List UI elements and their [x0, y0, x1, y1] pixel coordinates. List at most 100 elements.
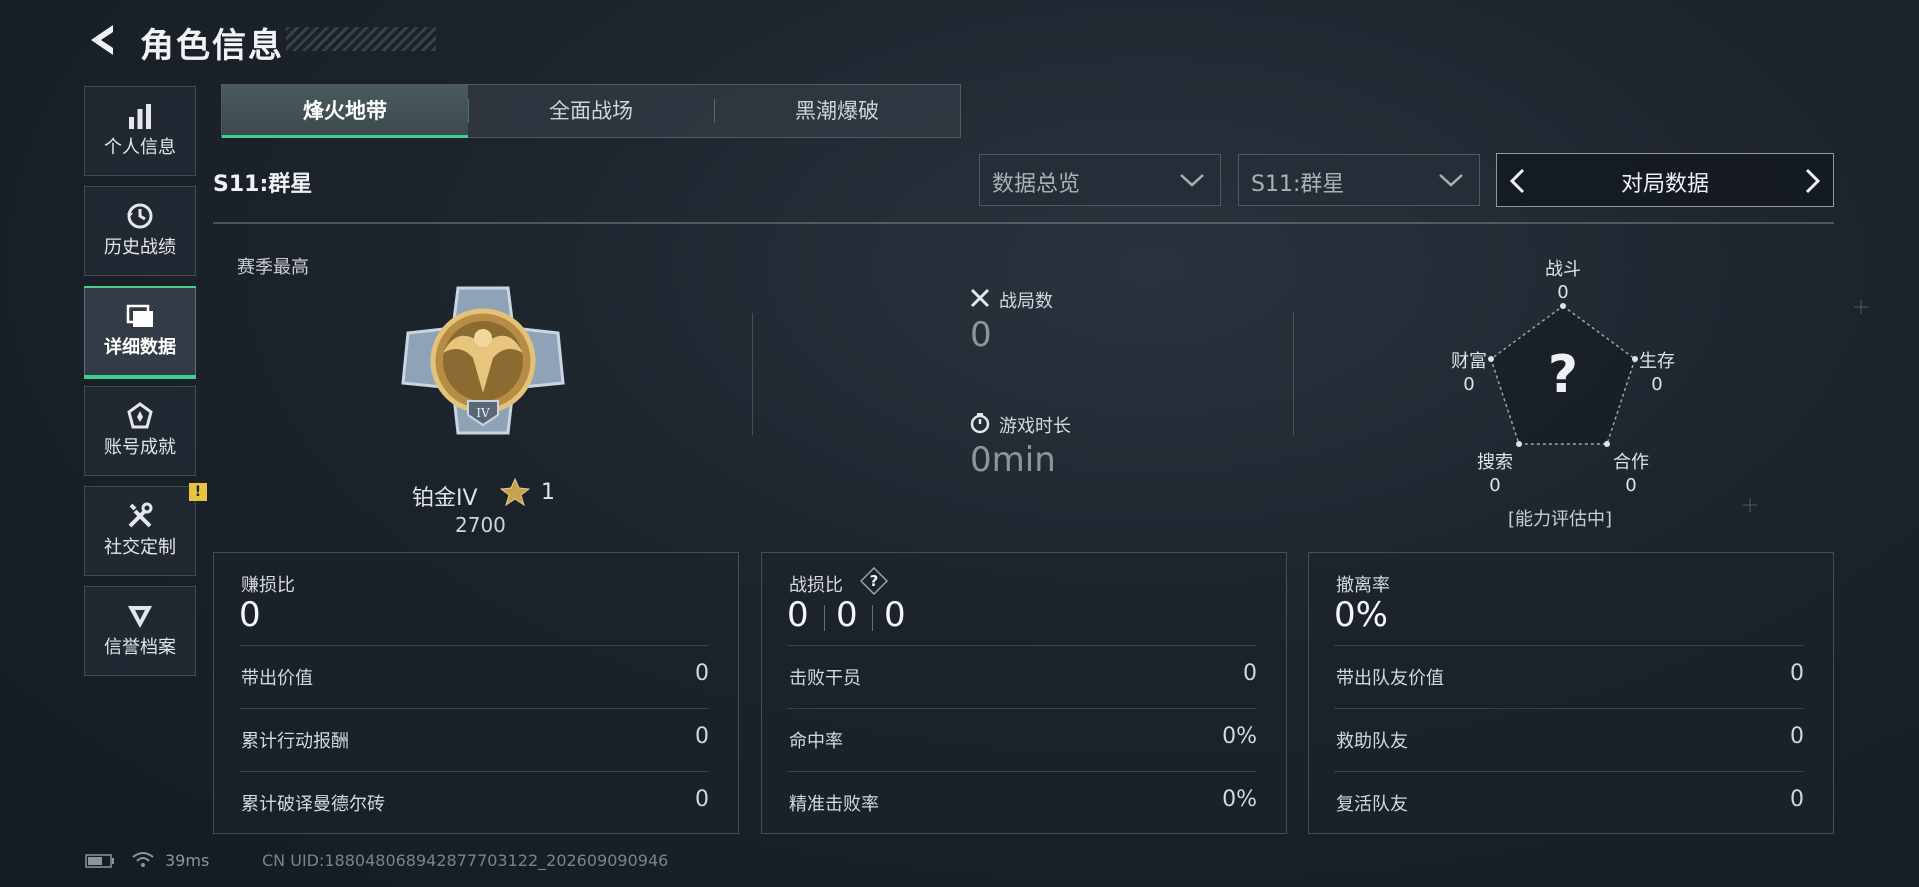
season-dropdown[interactable]: S11:群星 — [1238, 154, 1480, 206]
sidebar-item-social-custom[interactable]: 社交定制 ! — [84, 483, 207, 576]
user-uid: CN UID:18804806894287770312​2_2026090909… — [262, 851, 669, 870]
stat-value: 0 — [695, 724, 709, 749]
tab-black-tide[interactable]: 黑潮爆破 — [714, 85, 960, 137]
rank-score: 2700 — [455, 513, 506, 537]
stat-row: 累计行动报酬 0 — [239, 708, 709, 771]
sidebar-item-reputation[interactable]: 信誉档案 — [84, 586, 196, 676]
crossed-swords-icon — [970, 288, 990, 308]
divider — [1293, 313, 1294, 435]
radar-value-wealth: 0 — [1463, 374, 1475, 395]
sidebar-item-history[interactable]: 历史战绩 — [84, 186, 196, 276]
stat-label: 命中率 — [789, 731, 843, 752]
wifi-icon — [132, 852, 154, 867]
tools-icon — [128, 502, 153, 528]
radar-label-survival: 生存 — [1639, 351, 1675, 372]
panel-title: 撤离率 — [1336, 575, 1390, 596]
tab-full-battlefield[interactable]: 全面战场 — [468, 85, 714, 137]
stat-label: 精准击败率 — [789, 794, 879, 815]
panel-title: 战损比 — [789, 575, 843, 596]
season-best-label: 赛季最高 — [237, 257, 309, 278]
stat-row: 击败干员 0 — [787, 645, 1257, 708]
svg-text:IV: IV — [476, 406, 490, 420]
stat-label: 带出队友价值 — [1336, 668, 1444, 689]
stat-row: 复活队友 0 — [1334, 771, 1804, 834]
sidebar-item-label: 社交定制 — [104, 537, 176, 558]
kd-value-1: 0 — [787, 595, 809, 635]
kd-value-2: 0 — [836, 595, 858, 635]
chevron-right-icon[interactable] — [1801, 167, 1823, 195]
crosshair-decoration-icon — [1854, 300, 1868, 314]
panel-title: 赚损比 — [241, 575, 295, 596]
divider — [824, 605, 825, 631]
back-arrow-icon[interactable] — [85, 22, 119, 58]
stat-label: 带出价值 — [241, 668, 313, 689]
radar-value-survival: 0 — [1651, 374, 1663, 395]
sidebar-item-label: 信誉档案 — [104, 637, 176, 658]
radar-label-teamwork: 合作 — [1613, 452, 1649, 473]
stat-label: 累计破译曼德尔砖 — [241, 794, 385, 815]
matches-label: 战局数 — [999, 291, 1053, 312]
stat-row: 命中率 0% — [787, 708, 1257, 771]
stat-value: 0% — [1222, 724, 1257, 749]
stat-label: 击败干员 — [789, 668, 861, 689]
chevron-down-icon — [1180, 174, 1204, 187]
stat-value: 0 — [1790, 724, 1804, 749]
mode-tabs: 烽火地带 全面战场 黑潮爆破 — [221, 84, 961, 138]
active-indicator-bottom — [84, 375, 196, 379]
radar-unknown-mark: ? — [1547, 345, 1579, 405]
divider — [752, 313, 753, 435]
star-icon — [500, 478, 530, 506]
radar-status: [能力评估中] — [1508, 509, 1613, 530]
playtime-value: 0min — [970, 440, 1056, 480]
radar-label-wealth: 财富 — [1451, 351, 1487, 372]
title-decoration — [286, 27, 436, 51]
platinum-rank-medal-icon: IV — [401, 286, 565, 435]
sidebar-item-label: 账号成就 — [104, 437, 176, 458]
matches-value: 0 — [970, 315, 992, 355]
panel-value: 0 — [239, 595, 261, 635]
season-label: S11:群星 — [213, 172, 313, 197]
stat-row: 带出队友价值 0 — [1334, 645, 1804, 708]
radar-label-combat: 战斗 — [1545, 259, 1581, 280]
radar-value-combat: 0 — [1557, 282, 1569, 303]
sidebar-item-personal-info[interactable]: 个人信息 — [84, 86, 196, 176]
radar-value-teamwork: 0 — [1625, 475, 1637, 496]
kd-ratio-panel: 战损比 ? 0 0 0 击败干员 0 命中率 0% 精准击败率 0% — [761, 552, 1287, 834]
stat-row: 救助队友 0 — [1334, 708, 1804, 771]
help-icon[interactable]: ? — [860, 567, 888, 595]
chevron-down-icon — [1439, 174, 1463, 187]
dropdown-value: S11:群星 — [1251, 172, 1345, 197]
divider — [213, 222, 1834, 224]
playtime-label: 游戏时长 — [999, 416, 1071, 437]
stat-row: 带出价值 0 — [239, 645, 709, 708]
data-pager: 对局数据 — [1496, 153, 1834, 207]
shield-emblem-icon — [128, 606, 152, 628]
overview-dropdown[interactable]: 数据总览 — [979, 154, 1221, 206]
stat-value: 0 — [1790, 661, 1804, 686]
sidebar-item-label: 详细数据 — [104, 337, 176, 358]
achievement-badge-icon — [127, 402, 153, 429]
sidebar-item-achievements[interactable]: 账号成就 — [84, 386, 196, 476]
history-clock-icon — [127, 203, 153, 229]
alert-badge: ! — [189, 483, 207, 501]
folder-icon — [126, 304, 153, 327]
kd-value-3: 0 — [884, 595, 906, 635]
rank-name: 铂金IV — [412, 486, 478, 511]
rank-star-count: 1 — [541, 480, 555, 505]
stat-label: 复活队友 — [1336, 794, 1408, 815]
sidebar-item-detailed-data[interactable]: 详细数据 — [84, 286, 196, 379]
stat-label: 累计行动报酬 — [241, 731, 349, 752]
crosshair-decoration-icon — [1743, 498, 1757, 512]
stat-value: 0 — [695, 661, 709, 686]
stat-value: 0% — [1222, 787, 1257, 812]
active-indicator-top — [84, 286, 196, 288]
tab-beacon-zone[interactable]: 烽火地带 — [222, 85, 468, 138]
battery-icon — [85, 854, 114, 868]
stat-value: 0 — [1790, 787, 1804, 812]
stopwatch-icon — [970, 413, 990, 434]
radar-label-search: 搜索 — [1477, 452, 1513, 473]
stat-row: 精准击败率 0% — [787, 771, 1257, 834]
profit-ratio-panel: 赚损比 0 带出价值 0 累计行动报酬 0 累计破译曼德尔砖 0 — [213, 552, 739, 834]
sidebar-item-label: 个人信息 — [104, 137, 176, 158]
stat-row: 累计破译曼德尔砖 0 — [239, 771, 709, 834]
